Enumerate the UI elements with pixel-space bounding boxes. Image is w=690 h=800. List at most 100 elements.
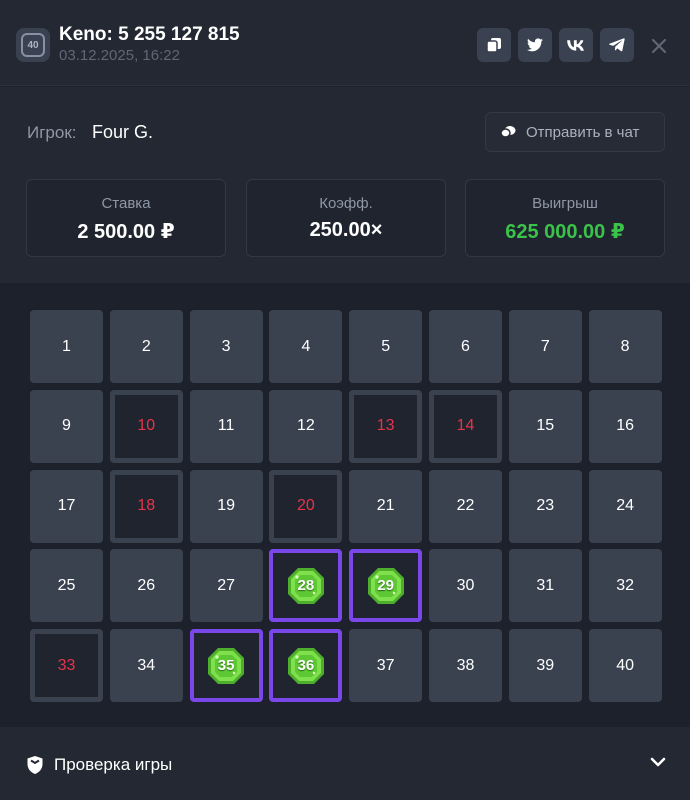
keno-cell-7: 7 <box>508 310 582 383</box>
keno-cell-number: 32 <box>616 576 634 594</box>
keno-cell-number: 13 <box>376 417 395 435</box>
keno-cell-4: 4 <box>269 310 343 383</box>
keno-cell-40: 40 <box>588 629 662 703</box>
close-button[interactable] <box>645 32 673 60</box>
win-stat: Выигрыш 625 000.00 ₽ <box>465 179 665 257</box>
keno-board: 1 2 3 4 5 6 7 8 9 10 11 12 13 14 15 16 17 18 19 20 21 22 23 24 2… <box>0 283 690 727</box>
keno-cell-number: 27 <box>217 576 235 594</box>
chevron-down-icon <box>650 757 666 767</box>
game-header: 40 Keno: 5 255 127 815 03.12.2025, 16:22 <box>0 0 690 86</box>
send-to-chat-button[interactable]: Отправить в чат <box>485 112 665 152</box>
keno-cell-33: 33 <box>30 629 103 703</box>
keno-cell-number: 26 <box>137 576 156 594</box>
win-value: 625 000.00 ₽ <box>505 221 625 243</box>
gem-icon: 35 <box>206 646 246 686</box>
keno-cell-14: 14 <box>429 389 502 463</box>
keno-cell-36: 36 <box>269 629 343 703</box>
keno-badge: 40 <box>21 33 45 57</box>
keno-cell-number: 22 <box>456 497 475 515</box>
keno-cell-12: 12 <box>269 389 343 463</box>
keno-cell-38: 38 <box>429 629 502 703</box>
close-icon <box>651 38 667 54</box>
bet-value: 2 500.00 ₽ <box>77 221 175 243</box>
gem-icon: 28 <box>286 566 326 606</box>
game-title: Keno: 5 255 127 815 <box>59 24 240 45</box>
keno-cell-number: 29 <box>377 577 395 595</box>
gem-icon: 29 <box>366 566 406 606</box>
shield-icon <box>27 756 43 774</box>
vk-icon <box>567 39 584 51</box>
coef-stat: Коэфф. 250.00× <box>246 179 446 257</box>
keno-cell-number: 35 <box>217 657 235 675</box>
keno-cell-number: 9 <box>62 417 71 435</box>
vk-share-button[interactable] <box>559 28 593 62</box>
gem-icon: 36 <box>286 646 326 686</box>
keno-cell-number: 11 <box>217 417 235 435</box>
keno-cell-25: 25 <box>30 549 103 623</box>
keno-cell-number: 28 <box>297 577 315 595</box>
keno-cell-20: 20 <box>269 469 343 543</box>
telegram-share-button[interactable] <box>600 28 634 62</box>
keno-cell-28: 28 <box>269 549 343 623</box>
win-label: Выигрыш <box>532 195 598 212</box>
player-name: Four G. <box>92 122 154 142</box>
keno-cell-37: 37 <box>349 629 423 703</box>
twitter-icon <box>527 38 543 52</box>
keno-cell-number: 34 <box>137 656 156 674</box>
keno-cell-3: 3 <box>189 310 263 383</box>
keno-cell-2: 2 <box>109 310 183 383</box>
keno-cell-8: 8 <box>588 310 662 383</box>
keno-cell-number: 18 <box>137 497 156 515</box>
keno-cell-24: 24 <box>588 469 662 543</box>
bet-stat: Ставка 2 500.00 ₽ <box>26 179 226 257</box>
game-verification-label: Проверка игры <box>54 755 173 774</box>
keno-cell-number: 23 <box>536 497 555 515</box>
keno-cell-32: 32 <box>588 549 662 623</box>
keno-cell-9: 9 <box>30 389 103 463</box>
keno-cell-22: 22 <box>429 469 502 543</box>
keno-cell-number: 16 <box>616 417 634 435</box>
keno-cell-number: 38 <box>456 656 475 674</box>
keno-cell-21: 21 <box>349 469 423 543</box>
keno-cell-17: 17 <box>30 469 103 543</box>
chat-bubbles-icon <box>500 126 516 138</box>
game-verification-toggle[interactable]: Проверка игры <box>0 727 690 800</box>
keno-cell-number: 31 <box>536 576 555 594</box>
keno-cell-19: 19 <box>189 469 263 543</box>
keno-cell-number: 7 <box>540 337 550 355</box>
telegram-icon <box>609 38 625 52</box>
keno-cell-number: 37 <box>376 656 395 674</box>
keno-game-icon: 40 <box>16 28 50 62</box>
keno-cell-number: 33 <box>57 656 76 674</box>
keno-cell-number: 24 <box>616 497 634 515</box>
keno-cell-31: 31 <box>508 549 582 623</box>
keno-cell-number: 39 <box>536 656 555 674</box>
keno-cell-number: 1 <box>62 337 71 355</box>
keno-cell-30: 30 <box>429 549 502 623</box>
keno-cell-number: 40 <box>616 656 634 674</box>
keno-cell-35: 35 <box>189 629 263 703</box>
twitter-share-button[interactable] <box>518 28 552 62</box>
keno-cell-number: 21 <box>376 497 395 515</box>
copy-button[interactable] <box>477 28 511 62</box>
keno-cell-6: 6 <box>429 310 502 383</box>
keno-cell-number: 12 <box>296 417 315 435</box>
keno-cell-13: 13 <box>349 389 423 463</box>
keno-cell-number: 15 <box>536 417 555 435</box>
keno-cell-10: 10 <box>109 389 183 463</box>
keno-cell-number: 17 <box>57 497 76 515</box>
keno-cell-39: 39 <box>508 629 582 703</box>
keno-cell-15: 15 <box>508 389 582 463</box>
keno-cell-number: 6 <box>461 337 470 355</box>
keno-cell-number: 2 <box>141 337 151 355</box>
keno-cell-number: 3 <box>221 337 231 355</box>
game-info-panel: Игрок: Four G. Отправить в чат Ставка 2 … <box>0 87 690 283</box>
keno-cell-number: 36 <box>297 657 315 675</box>
keno-cell-number: 10 <box>137 417 156 435</box>
player-label: Игрок: <box>27 123 77 142</box>
keno-cell-5: 5 <box>349 310 423 383</box>
keno-cell-1: 1 <box>30 310 103 383</box>
keno-cell-23: 23 <box>508 469 582 543</box>
keno-cell-29: 29 <box>349 549 423 623</box>
coef-label: Коэфф. <box>319 195 373 212</box>
